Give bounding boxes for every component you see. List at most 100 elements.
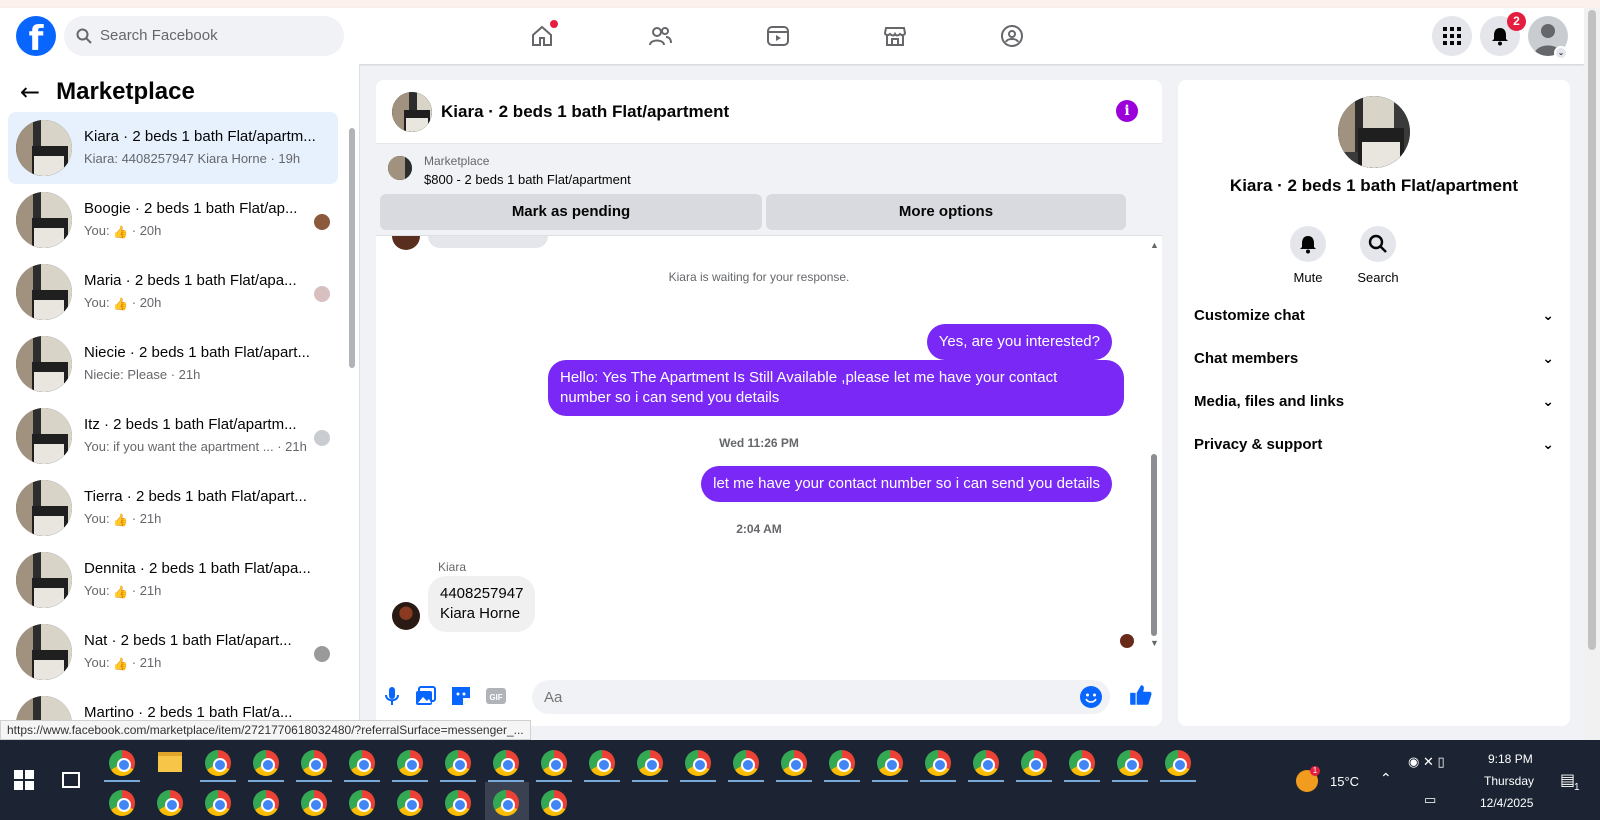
- file-explorer-icon[interactable]: [158, 752, 182, 772]
- chrome-app-icon[interactable]: [877, 750, 903, 776]
- message-bubble-outgoing[interactable]: Hello: Yes The Apartment Is Still Availa…: [548, 360, 1124, 416]
- running-indicator: [344, 780, 380, 782]
- privacy-support-row[interactable]: Privacy & support ⌄: [1194, 427, 1554, 463]
- chrome-app-icon[interactable]: [493, 790, 519, 816]
- gif-icon[interactable]: GIF: [484, 684, 508, 708]
- temperature[interactable]: 15°C: [1330, 774, 1359, 789]
- top-strip: [0, 0, 1600, 8]
- chrome-app-icon[interactable]: [109, 750, 135, 776]
- search-facebook-input[interactable]: Search Facebook: [64, 16, 344, 56]
- chrome-app-icon[interactable]: [637, 750, 663, 776]
- system-tray-icons[interactable]: ◉ ✕ ▯: [1408, 754, 1445, 770]
- message-bubble-incoming[interactable]: 4408257947 Kiara Horne: [428, 576, 536, 632]
- conversation-item[interactable]: Dennita · 2 beds 1 bath Flat/apa... You:…: [8, 544, 338, 616]
- mute-button[interactable]: Mute: [1278, 226, 1338, 285]
- chrome-app-icon[interactable]: [301, 750, 327, 776]
- chrome-app-icon[interactable]: [253, 790, 279, 816]
- conversation-preview: You: 👍 · 21h: [84, 655, 162, 671]
- conversation-item[interactable]: Boogie · 2 beds 1 bath Flat/ap... You: 👍…: [8, 184, 338, 256]
- chat-members-row[interactable]: Chat members ⌄: [1194, 341, 1554, 377]
- sender-avatar[interactable]: [392, 602, 420, 630]
- chat-avatar[interactable]: [392, 92, 432, 132]
- chrome-app-icon[interactable]: [157, 790, 183, 816]
- clock-day[interactable]: Thursday: [1484, 774, 1534, 788]
- listing-price-title[interactable]: $800 - 2 beds 1 bath Flat/apartment: [424, 172, 631, 187]
- chrome-app-icon[interactable]: [733, 750, 759, 776]
- chrome-app-icon[interactable]: [973, 750, 999, 776]
- back-arrow-icon[interactable]: ←: [20, 78, 40, 106]
- nav-groups[interactable]: [992, 16, 1032, 56]
- facebook-logo[interactable]: f: [16, 16, 56, 56]
- more-options-button[interactable]: More options: [766, 194, 1126, 230]
- chrome-app-icon[interactable]: [493, 750, 519, 776]
- conversation-item[interactable]: Tierra · 2 beds 1 bath Flat/apart... You…: [8, 472, 338, 544]
- chrome-app-icon[interactable]: [1165, 750, 1191, 776]
- chrome-app-icon[interactable]: [349, 750, 375, 776]
- page-scrollbar[interactable]: [1584, 8, 1600, 740]
- chrome-app-icon[interactable]: [541, 750, 567, 776]
- thumbs-up-icon: 👍: [113, 297, 129, 311]
- chevron-up-icon[interactable]: ⌃: [1380, 770, 1392, 787]
- chevron-down-icon: ⌄: [1542, 394, 1554, 410]
- chrome-app-icon[interactable]: [205, 750, 231, 776]
- chrome-app-icon[interactable]: [109, 790, 135, 816]
- chrome-app-icon[interactable]: [301, 790, 327, 816]
- nav-home[interactable]: [522, 16, 562, 56]
- chrome-app-icon[interactable]: [829, 750, 855, 776]
- thumbs-up-icon[interactable]: [1128, 682, 1154, 708]
- chat-scrollbar[interactable]: ▲ ▼: [1148, 240, 1160, 650]
- chat-avatar-large[interactable]: [1338, 96, 1410, 168]
- chrome-app-icon[interactable]: [205, 790, 231, 816]
- chrome-app-icon[interactable]: [397, 750, 423, 776]
- chrome-app-icon[interactable]: [589, 750, 615, 776]
- windows-start-icon[interactable]: [14, 770, 34, 790]
- chrome-app-icon[interactable]: [541, 790, 567, 816]
- nav-marketplace[interactable]: [875, 16, 915, 56]
- menu-button[interactable]: [1432, 16, 1472, 56]
- chevron-down-icon[interactable]: ⌄: [1554, 46, 1568, 60]
- conversation-item[interactable]: Itz · 2 beds 1 bath Flat/apartm... You: …: [8, 400, 338, 472]
- nav-video[interactable]: [758, 16, 798, 56]
- chrome-app-icon[interactable]: [445, 790, 471, 816]
- chrome-app-icon[interactable]: [1117, 750, 1143, 776]
- chrome-app-icon[interactable]: [781, 750, 807, 776]
- nav-friends[interactable]: [640, 16, 680, 56]
- sticker-icon[interactable]: [449, 684, 473, 708]
- mark-as-pending-button[interactable]: Mark as pending: [380, 194, 762, 230]
- microphone-icon[interactable]: [380, 684, 404, 708]
- listing-thumbnail: [16, 624, 72, 680]
- emoji-icon[interactable]: [1080, 686, 1102, 708]
- clock-time[interactable]: 9:18 PM: [1488, 752, 1533, 766]
- chrome-app-icon[interactable]: [1021, 750, 1047, 776]
- chrome-app-icon[interactable]: [397, 790, 423, 816]
- notifications-button[interactable]: 2: [1480, 12, 1526, 56]
- conversation-item[interactable]: Nat · 2 beds 1 bath Flat/apart... You: 👍…: [8, 616, 338, 688]
- info-icon[interactable]: i: [1116, 100, 1138, 122]
- network-icon[interactable]: ▭: [1424, 792, 1436, 808]
- search-in-chat-button[interactable]: Search: [1348, 226, 1408, 285]
- conversation-item[interactable]: Maria · 2 beds 1 bath Flat/apa... You: 👍…: [8, 256, 338, 328]
- chrome-app-icon[interactable]: [445, 750, 471, 776]
- chrome-app-icon[interactable]: [925, 750, 951, 776]
- message-bubble-outgoing[interactable]: Yes, are you interested?: [926, 324, 1112, 360]
- customize-chat-row[interactable]: Customize chat ⌄: [1194, 298, 1554, 334]
- task-view-icon[interactable]: [62, 772, 80, 788]
- scroll-up-icon[interactable]: ▲: [1150, 240, 1159, 250]
- notification-center-icon[interactable]: ▤: [1560, 770, 1575, 790]
- scroll-down-icon[interactable]: ▼: [1150, 638, 1159, 648]
- chrome-app-icon[interactable]: [1069, 750, 1095, 776]
- media-files-links-row[interactable]: Media, files and links ⌄: [1194, 384, 1554, 420]
- chat-title[interactable]: Kiara · 2 beds 1 bath Flat/apartment: [441, 102, 729, 122]
- conversation-list-scrollbar[interactable]: [348, 116, 356, 736]
- message-bubble-outgoing[interactable]: let me have your contact number so i can…: [701, 466, 1112, 502]
- photo-icon[interactable]: [414, 684, 438, 708]
- chrome-app-icon[interactable]: [349, 790, 375, 816]
- chrome-app-icon[interactable]: [685, 750, 711, 776]
- clock-date[interactable]: 12/4/2025: [1480, 796, 1533, 810]
- chrome-app-icon[interactable]: [253, 750, 279, 776]
- conversation-item[interactable]: Niecie · 2 beds 1 bath Flat/apart... Nie…: [8, 328, 338, 400]
- conversation-item[interactable]: Kiara · 2 beds 1 bath Flat/apartm... Kia…: [8, 112, 338, 184]
- conversation-preview: You: 👍 · 21h: [84, 511, 162, 527]
- read-receipt-avatar: [1120, 634, 1134, 648]
- message-input[interactable]: [532, 680, 1110, 714]
